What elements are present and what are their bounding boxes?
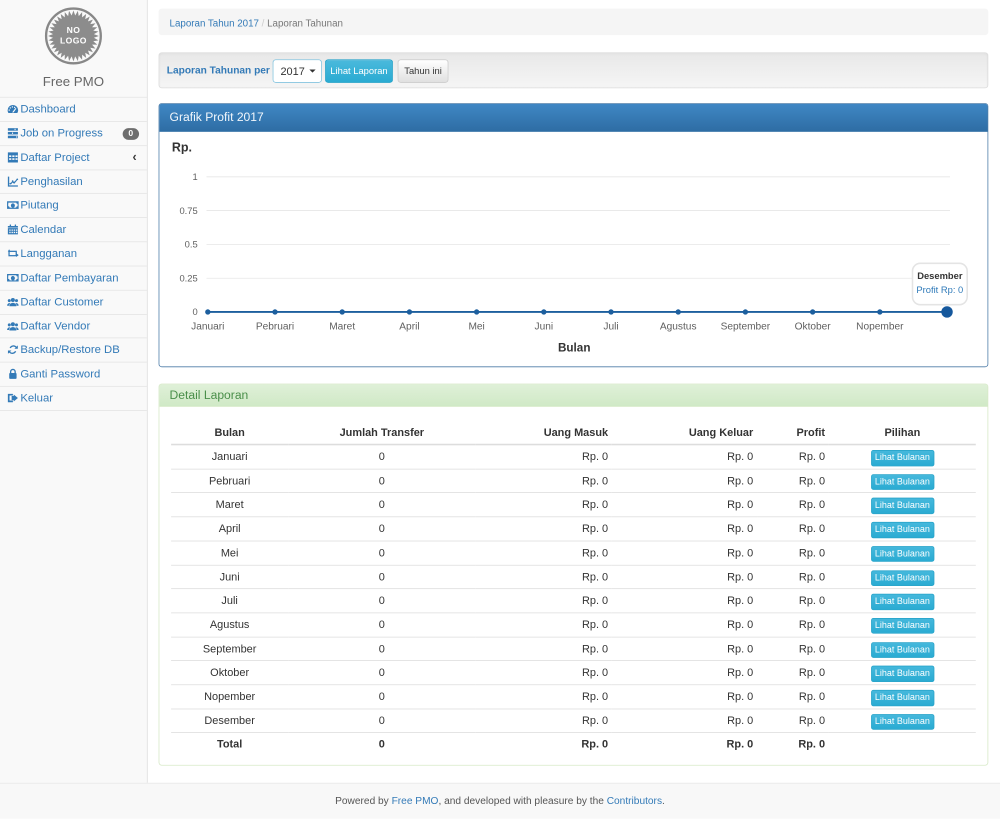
svg-text:Juni: Juni <box>535 321 554 332</box>
svg-text:NO: NO <box>67 25 81 35</box>
svg-text:0.5: 0.5 <box>185 239 198 249</box>
svg-text:Nopember: Nopember <box>856 321 904 332</box>
svg-text:September: September <box>721 321 771 332</box>
svg-text:Mei: Mei <box>468 321 484 332</box>
svg-text:Juli: Juli <box>603 321 618 332</box>
svg-text:0.25: 0.25 <box>179 273 197 283</box>
svg-text:Profit Rp: 0: Profit Rp: 0 <box>916 285 963 295</box>
svg-text:Desember: Desember <box>917 271 963 281</box>
svg-text:Agustus: Agustus <box>660 321 697 332</box>
svg-text:1: 1 <box>192 172 197 182</box>
svg-text:Oktober: Oktober <box>795 321 832 332</box>
svg-text:Januari: Januari <box>191 321 224 332</box>
svg-text:Maret: Maret <box>329 321 355 332</box>
svg-text:April: April <box>399 321 419 332</box>
svg-text:Bulan: Bulan <box>558 341 591 354</box>
svg-text:LOGO: LOGO <box>60 35 87 45</box>
svg-text:0.75: 0.75 <box>179 205 197 215</box>
svg-text:0: 0 <box>192 307 197 317</box>
svg-text:Rp.: Rp. <box>172 140 192 154</box>
svg-text:Pebruari: Pebruari <box>256 321 294 332</box>
